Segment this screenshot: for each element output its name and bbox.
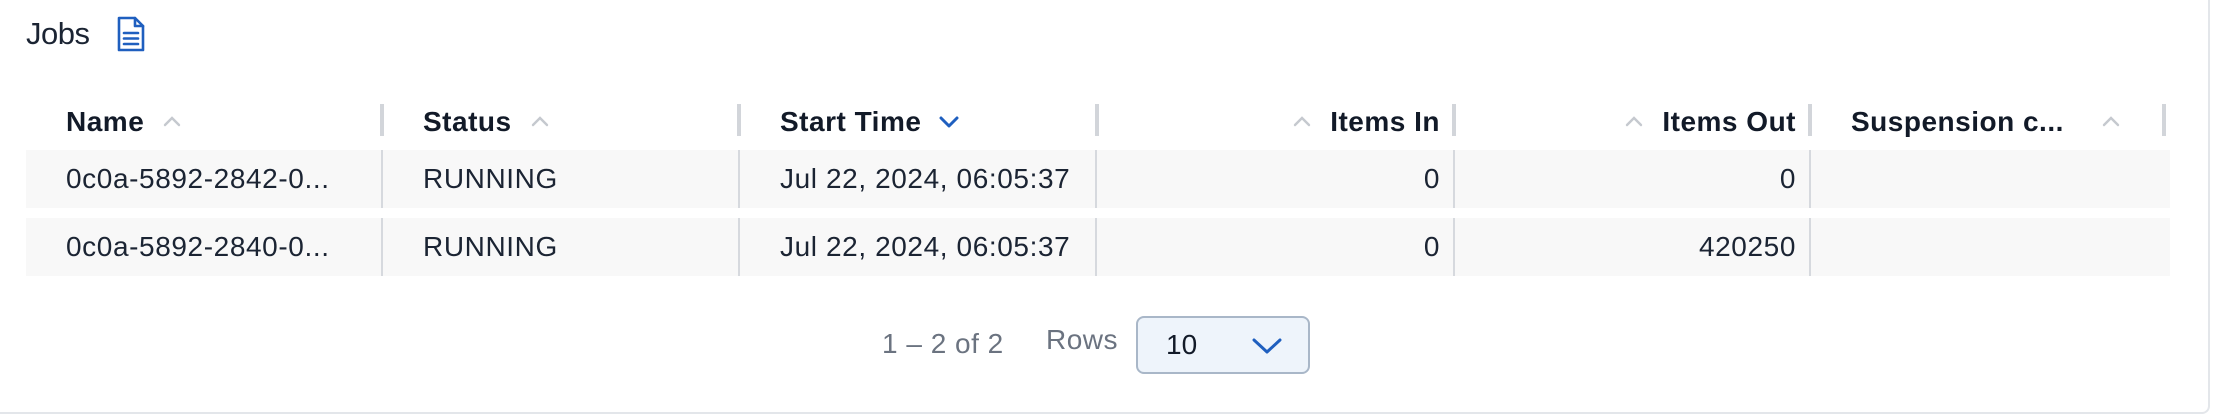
column-header-start-time[interactable]: Start Time: [780, 94, 963, 150]
cell-divider: [1453, 150, 1455, 208]
cell-divider: [381, 150, 383, 208]
table-row[interactable]: 0c0a-5892-2842-0... RUNNING Jul 22, 2024…: [26, 150, 2170, 208]
jobs-table: Name Status Start Time Items In Items Ou…: [26, 94, 2170, 276]
cell-name: 0c0a-5892-2840-0...: [66, 231, 330, 262]
column-header-label: Status: [423, 106, 512, 137]
document-icon[interactable]: [113, 14, 149, 54]
sort-ascending-icon[interactable]: [1288, 108, 1316, 136]
column-header-suspension[interactable]: Suspension c...: [1851, 94, 2155, 150]
column-header-label: Start Time: [780, 106, 922, 137]
column-header-label: Items Out: [1662, 106, 1796, 137]
cell-suspension: [1851, 218, 2151, 276]
rows-per-page-select[interactable]: 10: [1136, 316, 1310, 374]
cell-divider: [1095, 218, 1097, 276]
sort-ascending-icon[interactable]: [526, 108, 554, 136]
cell-items-in: 0: [1423, 231, 1440, 262]
table-header: Name Status Start Time Items In Items Ou…: [26, 94, 2170, 150]
pagination: 1 – 2 of 2 Rows 10: [0, 314, 2232, 376]
rows-per-page-label: Rows: [1046, 324, 1119, 355]
sort-descending-icon[interactable]: [935, 108, 963, 136]
column-header-label: Suspension c...: [1851, 106, 2064, 137]
column-header-label: Name: [66, 106, 145, 137]
table-body: 0c0a-5892-2842-0... RUNNING Jul 22, 2024…: [26, 150, 2170, 276]
cell-divider: [738, 150, 740, 208]
cell-name: 0c0a-5892-2842-0...: [66, 163, 330, 194]
cell-divider: [1809, 150, 1811, 208]
cell-items-out: 0: [1779, 163, 1796, 194]
cell-status: RUNNING: [423, 231, 558, 262]
cell-divider: [1453, 218, 1455, 276]
table-row[interactable]: 0c0a-5892-2840-0... RUNNING Jul 22, 2024…: [26, 218, 2170, 276]
column-header-label: Items In: [1330, 106, 1440, 137]
cell-items-in: 0: [1423, 163, 1440, 194]
cell-start-time: Jul 22, 2024, 06:05:37: [780, 231, 1071, 262]
column-divider[interactable]: [1452, 104, 1456, 136]
chevron-down-icon: [1252, 338, 1282, 354]
cell-divider: [1809, 218, 1811, 276]
column-divider[interactable]: [380, 104, 384, 136]
rows-per-page-value: 10: [1166, 329, 1198, 360]
sort-ascending-icon[interactable]: [2097, 108, 2125, 136]
column-divider[interactable]: [737, 104, 741, 136]
sort-ascending-icon[interactable]: [1620, 108, 1648, 136]
sort-ascending-icon[interactable]: [158, 108, 186, 136]
column-divider[interactable]: [1808, 104, 1812, 136]
cell-divider: [381, 218, 383, 276]
cell-suspension: [1851, 150, 2151, 208]
cell-divider: [738, 218, 740, 276]
panel-title: Jobs: [26, 16, 90, 51]
column-header-status[interactable]: Status: [423, 94, 554, 150]
column-header-items-in[interactable]: Items In: [1126, 94, 1440, 150]
cell-items-out: 420250: [1698, 231, 1796, 262]
column-header-items-out[interactable]: Items Out: [1482, 94, 1796, 150]
panel-header: Jobs: [26, 12, 149, 56]
pagination-range: 1 – 2 of 2: [882, 328, 1004, 359]
column-header-name[interactable]: Name: [66, 94, 186, 150]
cell-status: RUNNING: [423, 163, 558, 194]
cell-start-time: Jul 22, 2024, 06:05:37: [780, 163, 1071, 194]
cell-divider: [1095, 150, 1097, 208]
column-divider[interactable]: [1095, 104, 1099, 136]
column-divider[interactable]: [2162, 104, 2166, 136]
